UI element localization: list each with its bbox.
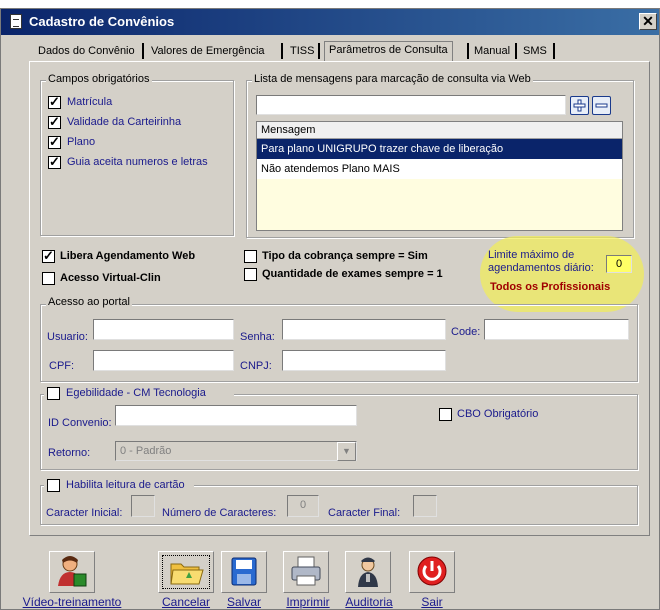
exit-label[interactable]: Sair [409, 595, 455, 609]
libera-web-label: Libera Agendamento Web [60, 250, 196, 262]
tab-separator [467, 43, 469, 59]
messages-column-header: Mensagem [257, 122, 622, 139]
required-fields-legend: Campos obrigatórios [46, 73, 152, 85]
guia-checkbox[interactable] [48, 154, 61, 170]
message-input[interactable] [256, 95, 566, 115]
messages-list[interactable]: Mensagem Para plano UNIGRUPO trazer chav… [256, 121, 623, 231]
cbo-label: CBO Obrigatório [457, 408, 539, 420]
acesso-virtual-label: Acesso Virtual-Clin [60, 272, 161, 284]
printer-icon [291, 556, 321, 586]
window-title: Cadastro de Convênios [29, 14, 175, 29]
chevron-down-icon[interactable]: ▼ [337, 442, 356, 461]
limite-label: Limite máximo de agendamentos diário: [488, 249, 594, 274]
usuario-label: Usuario: [47, 331, 88, 343]
tab-sms[interactable]: SMS [519, 43, 551, 61]
retorno-value: 0 - Padrão [120, 445, 172, 457]
cpf-input[interactable] [93, 350, 234, 371]
plus-icon [573, 99, 586, 112]
matricula-checkbox[interactable] [48, 94, 61, 110]
floppy-disk-icon [231, 557, 257, 586]
todos-profissionais-link[interactable]: Todos os Profissionais [490, 281, 610, 293]
tab-separator [281, 43, 283, 59]
acesso-virtual-checkbox[interactable] [42, 272, 55, 285]
plano-label: Plano [67, 136, 96, 148]
cnpj-label: CNPJ: [240, 360, 272, 372]
code-input[interactable] [484, 319, 629, 340]
messages-legend: Lista de mensagens para marcação de cons… [252, 73, 533, 85]
video-training-label[interactable]: Vídeo-treinamento [22, 595, 122, 609]
tab-valores-emergencia[interactable]: Valores de Emergência [147, 43, 269, 61]
senha-input[interactable] [282, 319, 446, 340]
audit-button[interactable] [345, 551, 391, 593]
save-button[interactable] [221, 551, 267, 593]
tab-separator [515, 43, 517, 59]
cancel-button[interactable] [158, 551, 214, 593]
power-icon [417, 556, 447, 586]
tab-tiss[interactable]: TISS [286, 43, 318, 61]
retorno-label: Retorno: [48, 447, 91, 459]
tipo-cobranca-checkbox[interactable] [244, 250, 257, 263]
caracter-final-label: Caracter Final: [328, 507, 401, 519]
close-button[interactable]: ✕ [639, 13, 657, 30]
auditor-icon [358, 557, 378, 587]
caracter-inicial-label: Caracter Inicial: [46, 507, 123, 519]
trainer-icon [58, 556, 87, 587]
message-row[interactable]: Não atendemos Plano MAIS [257, 159, 622, 179]
caracter-inicial-input[interactable] [131, 495, 155, 517]
add-message-button[interactable] [570, 96, 589, 115]
qtd-exames-checkbox[interactable] [244, 268, 257, 281]
cpf-label: CPF: [49, 360, 75, 372]
cbo-checkbox[interactable] [439, 408, 452, 421]
tab-manual[interactable]: Manual [470, 43, 514, 61]
folder-icon [170, 563, 204, 585]
id-convenio-label: ID Convenio: [48, 417, 112, 429]
elegibilidade-legend: Egebilidade - CM Tecnologia [66, 387, 206, 399]
usuario-input[interactable] [93, 319, 234, 340]
minus-icon [595, 103, 608, 108]
print-label[interactable]: Imprimir [283, 595, 333, 609]
exit-button[interactable] [409, 551, 455, 593]
tab-separator [142, 43, 144, 59]
document-icon [10, 14, 22, 29]
tab-separator [318, 43, 320, 59]
id-convenio-input[interactable] [115, 405, 357, 426]
validade-label: Validade da Carteirinha [67, 116, 182, 128]
print-button[interactable] [283, 551, 329, 593]
validade-checkbox[interactable] [48, 114, 61, 130]
tab-dados-convenio[interactable]: Dados do Convênio [34, 43, 139, 61]
portal-legend: Acesso ao portal [46, 296, 132, 308]
message-row-selected[interactable]: Para plano UNIGRUPO trazer chave de libe… [257, 139, 622, 159]
caracter-final-input[interactable] [413, 495, 437, 517]
tab-parametros-consulta[interactable]: Parâmetros de Consulta [324, 41, 453, 62]
retorno-select[interactable]: 0 - Padrão ▼ [115, 441, 357, 461]
cartao-legend: Habilita leitura de cartão [66, 479, 185, 491]
title-bar: Cadastro de Convênios ✕ [1, 9, 659, 35]
numero-caracteres-input[interactable]: 0 [287, 495, 319, 517]
senha-label: Senha: [240, 331, 275, 343]
cancel-label[interactable]: Cancelar [158, 595, 214, 609]
libera-web-checkbox[interactable] [42, 248, 55, 264]
video-training-button[interactable] [49, 551, 95, 593]
audit-label[interactable]: Auditoria [341, 595, 397, 609]
code-label: Code: [451, 326, 481, 338]
matricula-label: Matrícula [67, 96, 113, 108]
cnpj-input[interactable] [282, 350, 446, 371]
limite-input[interactable]: 0 [606, 255, 632, 273]
tipo-cobranca-label: Tipo da cobrança sempre = Sim [262, 250, 428, 262]
cartao-checkbox[interactable] [47, 479, 60, 492]
numero-caracteres-label: Número de Caracteres: [162, 507, 277, 519]
elegibilidade-checkbox[interactable] [47, 387, 60, 400]
remove-message-button[interactable] [592, 96, 611, 115]
save-label[interactable]: Salvar [221, 595, 267, 609]
guia-label: Guia aceita numeros e letras [67, 156, 208, 168]
plano-checkbox[interactable] [48, 134, 61, 150]
qtd-exames-label: Quantidade de exames sempre = 1 [262, 268, 443, 280]
tab-separator [553, 43, 555, 59]
